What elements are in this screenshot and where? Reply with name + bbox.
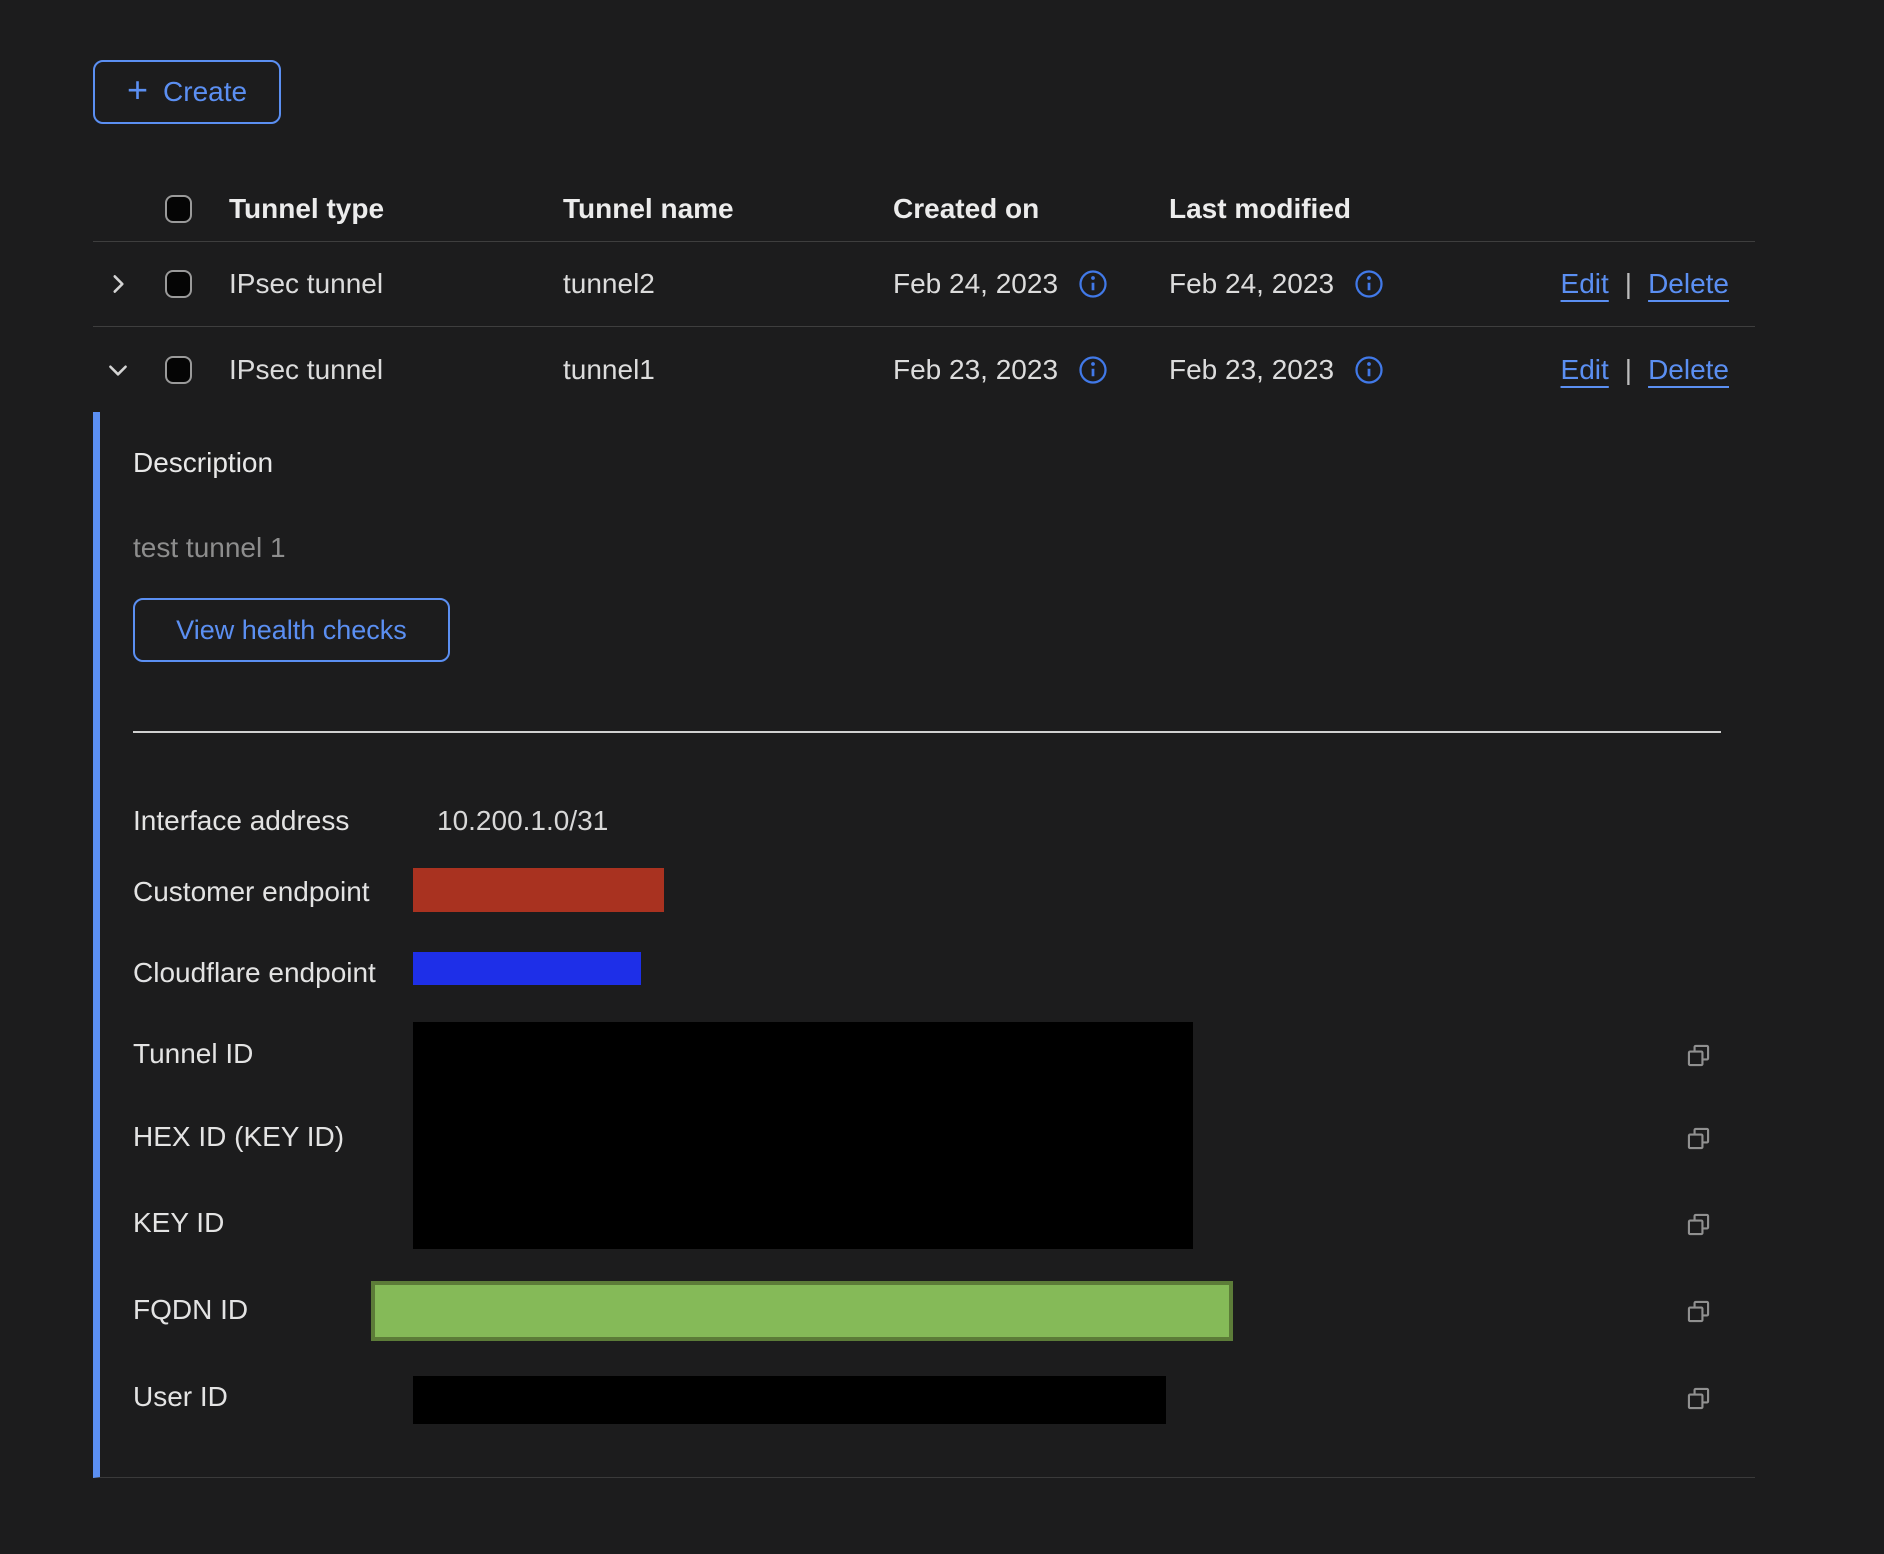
column-header-last-modified: Last modified bbox=[1169, 193, 1481, 225]
redacted-value-cloudflare-endpoint bbox=[413, 952, 641, 985]
expanded-tunnel-panel: Description test tunnel 1 View health ch… bbox=[93, 412, 1755, 1478]
column-header-tunnel-name: Tunnel name bbox=[563, 193, 893, 225]
table-row: IPsec tunnel tunnel1 Feb 23, 2023 Feb 23… bbox=[93, 327, 1755, 412]
field-label-tunnel-id: Tunnel ID bbox=[133, 1038, 253, 1070]
tunnel-type-cell: IPsec tunnel bbox=[229, 354, 563, 386]
field-label-key-id: KEY ID bbox=[133, 1207, 224, 1239]
copy-icon[interactable] bbox=[1685, 1298, 1712, 1325]
table-header-row: Tunnel type Tunnel name Created on Last … bbox=[93, 177, 1755, 242]
info-icon[interactable] bbox=[1354, 355, 1384, 385]
field-label-cloudflare-endpoint: Cloudflare endpoint bbox=[133, 957, 376, 989]
create-button-label: Create bbox=[163, 76, 247, 108]
created-on-cell: Feb 23, 2023 bbox=[893, 354, 1058, 386]
info-icon[interactable] bbox=[1078, 269, 1108, 299]
table-row: IPsec tunnel tunnel2 Feb 24, 2023 Feb 24… bbox=[93, 242, 1755, 327]
info-icon[interactable] bbox=[1354, 269, 1384, 299]
redacted-value-user-id bbox=[413, 1376, 1166, 1424]
redacted-value-customer-endpoint bbox=[413, 868, 664, 912]
tunnel-type-cell: IPsec tunnel bbox=[229, 268, 563, 300]
field-label-user-id: User ID bbox=[133, 1381, 228, 1413]
copy-icon[interactable] bbox=[1685, 1042, 1712, 1069]
created-on-cell: Feb 24, 2023 bbox=[893, 268, 1058, 300]
copy-icon[interactable] bbox=[1685, 1211, 1712, 1238]
redacted-value-fqdn-id bbox=[371, 1281, 1233, 1341]
chevron-right-icon[interactable] bbox=[105, 271, 131, 297]
section-divider bbox=[133, 731, 1721, 733]
field-label-interface-address: Interface address bbox=[133, 805, 349, 837]
field-label-fqdn-id: FQDN ID bbox=[133, 1294, 248, 1326]
tunnels-table: Tunnel type Tunnel name Created on Last … bbox=[93, 177, 1755, 412]
action-separator: | bbox=[1625, 354, 1632, 386]
column-header-tunnel-type: Tunnel type bbox=[229, 193, 563, 225]
field-value-interface-address: 10.200.1.0/31 bbox=[437, 805, 608, 837]
tunnel-name-cell: tunnel2 bbox=[563, 268, 893, 300]
last-modified-cell: Feb 24, 2023 bbox=[1169, 268, 1334, 300]
chevron-down-icon[interactable] bbox=[105, 357, 131, 383]
delete-link[interactable]: Delete bbox=[1648, 354, 1729, 386]
row-checkbox[interactable] bbox=[165, 270, 192, 298]
info-icon[interactable] bbox=[1078, 355, 1108, 385]
delete-link[interactable]: Delete bbox=[1648, 268, 1729, 300]
row-checkbox[interactable] bbox=[165, 356, 192, 384]
tunnel-name-cell: tunnel1 bbox=[563, 354, 893, 386]
edit-link[interactable]: Edit bbox=[1561, 268, 1609, 300]
copy-icon[interactable] bbox=[1685, 1125, 1712, 1152]
plus-icon: + bbox=[127, 72, 148, 108]
select-all-checkbox[interactable] bbox=[165, 195, 192, 223]
redacted-value-ids bbox=[413, 1022, 1193, 1249]
column-header-created-on: Created on bbox=[893, 193, 1169, 225]
last-modified-cell: Feb 23, 2023 bbox=[1169, 354, 1334, 386]
description-value: test tunnel 1 bbox=[133, 532, 286, 564]
copy-icon[interactable] bbox=[1685, 1385, 1712, 1412]
field-label-customer-endpoint: Customer endpoint bbox=[133, 876, 370, 908]
create-button[interactable]: + Create bbox=[93, 60, 281, 124]
description-label: Description bbox=[133, 447, 273, 479]
field-label-hex-id: HEX ID (KEY ID) bbox=[133, 1121, 344, 1153]
action-separator: | bbox=[1625, 268, 1632, 300]
view-health-checks-button[interactable]: View health checks bbox=[133, 598, 450, 662]
edit-link[interactable]: Edit bbox=[1561, 354, 1609, 386]
